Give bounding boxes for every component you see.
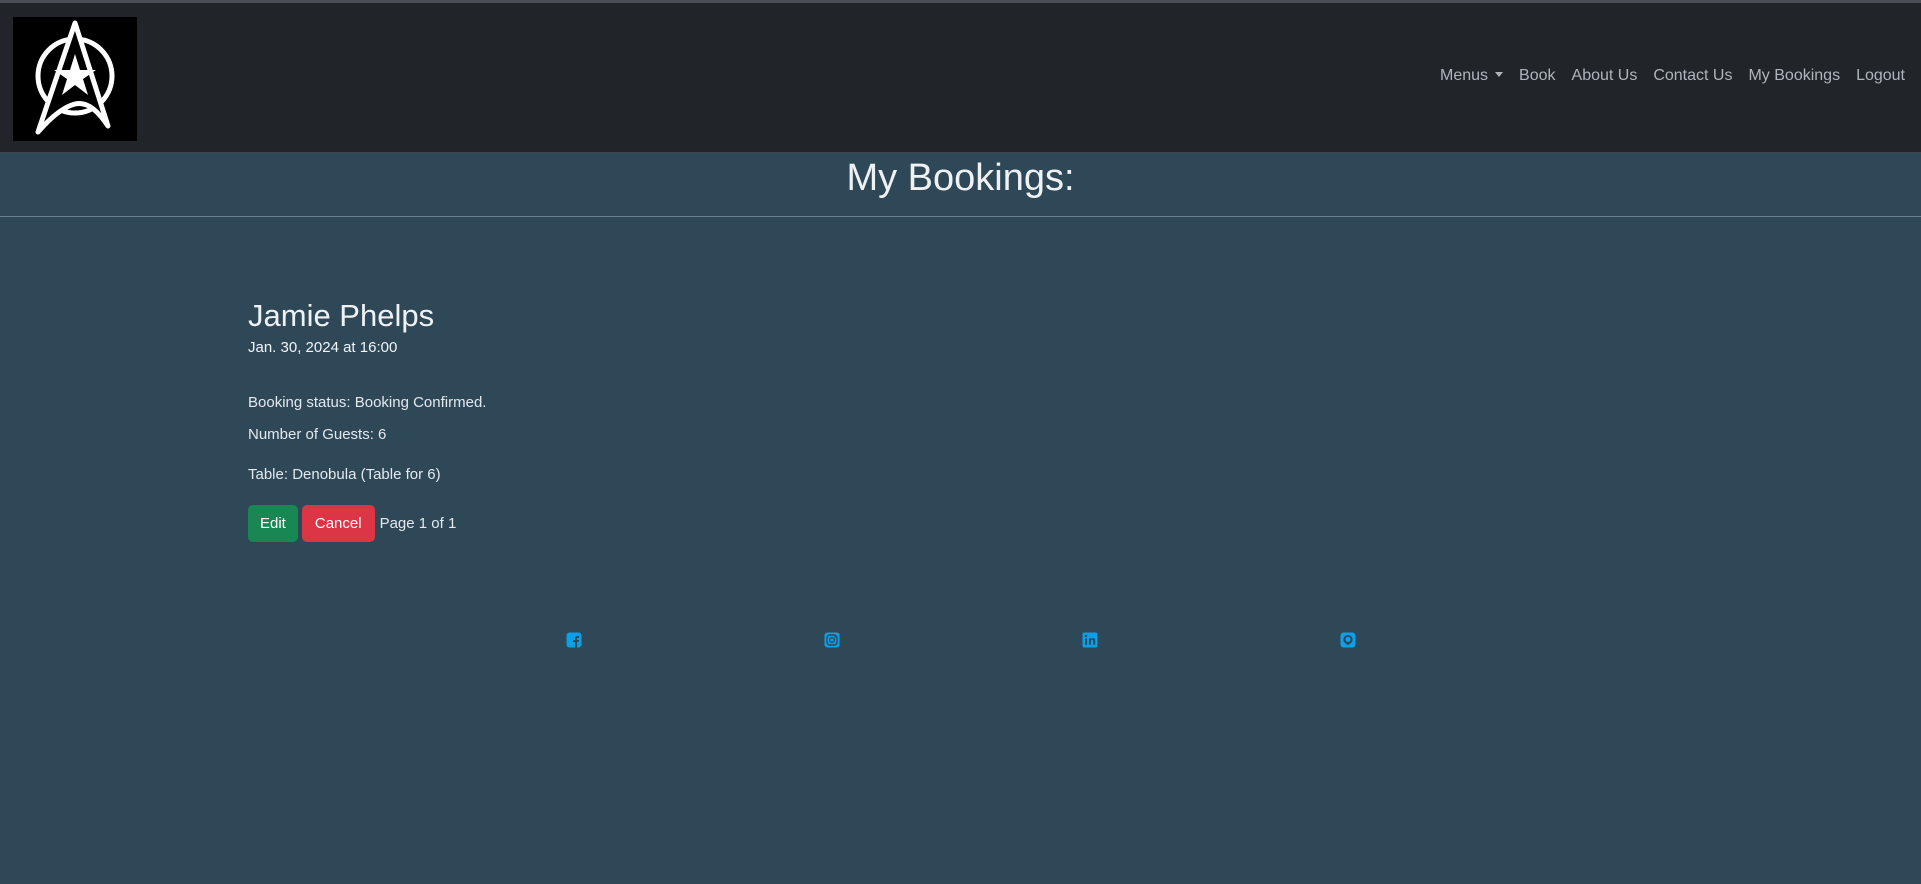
page-title: My Bookings: — [0, 152, 1921, 217]
instagram-icon — [824, 632, 840, 648]
navbar: Menus Book About Us Contact Us My Bookin… — [0, 3, 1921, 153]
nav-book[interactable]: Book — [1511, 67, 1563, 85]
booking-guests: Number of Guests: 6 — [248, 426, 387, 443]
guest-name: Jamie Phelps — [248, 298, 435, 333]
nav-menus-label: Menus — [1440, 67, 1489, 84]
nav-my-bookings[interactable]: My Bookings — [1740, 67, 1848, 85]
github-icon — [1340, 632, 1356, 648]
booking-status: Booking status: Booking Confirmed. — [248, 394, 487, 411]
starfleet-logo-icon — [35, 20, 115, 135]
nav-about-us[interactable]: About Us — [1564, 67, 1646, 85]
linkedin-link[interactable] — [1082, 632, 1098, 648]
booking-actions: Edit Cancel Page 1 of 1 — [248, 505, 456, 542]
facebook-icon — [566, 632, 582, 648]
booking-card: Jamie Phelps Jan. 30, 2024 at 16:00 Book… — [248, 296, 486, 542]
site-logo[interactable] — [13, 17, 137, 141]
nav-menus-dropdown[interactable]: Menus — [1432, 67, 1511, 85]
nav-contact-us[interactable]: Contact Us — [1645, 67, 1740, 85]
cancel-button[interactable]: Cancel — [301, 505, 375, 542]
booking-table: Table: Denobula (Table for 6) — [248, 466, 441, 483]
instagram-link[interactable] — [824, 632, 840, 648]
caret-down-icon — [1495, 72, 1504, 77]
nav-links: Menus Book About Us Contact Us My Bookin… — [1432, 67, 1913, 85]
booking-datetime: Jan. 30, 2024 at 16:00 — [248, 339, 398, 356]
nav-logout[interactable]: Logout — [1848, 67, 1913, 85]
pagination-text: Page 1 of 1 — [379, 515, 457, 532]
edit-button[interactable]: Edit — [248, 505, 298, 542]
github-link[interactable] — [1340, 632, 1356, 648]
linkedin-icon — [1082, 632, 1098, 648]
facebook-link[interactable] — [566, 632, 582, 648]
